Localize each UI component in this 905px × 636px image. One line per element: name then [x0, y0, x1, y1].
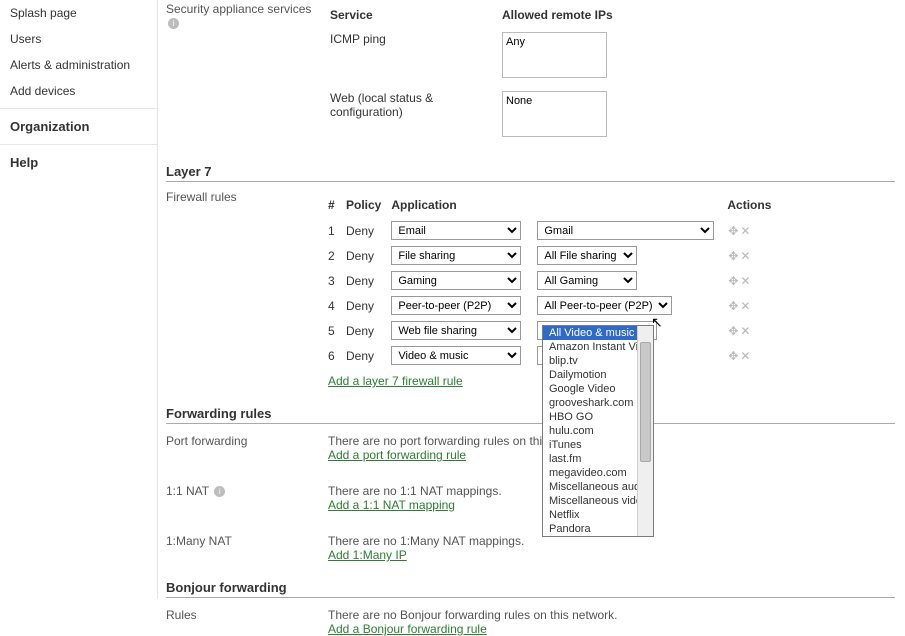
delete-icon[interactable]: ✕	[739, 274, 751, 288]
col-service: Service	[330, 4, 500, 26]
rule-policy: Deny	[346, 320, 391, 341]
col-sub	[537, 194, 727, 216]
delete-icon[interactable]: ✕	[739, 224, 751, 238]
sidebar-section[interactable]: Organization	[0, 108, 157, 140]
add-l7-rule-link[interactable]: Add a layer 7 firewall rule	[328, 374, 463, 388]
firewall-rule-row: 4DenyPeer-to-peer (P2P) All Peer-to-peer …	[328, 295, 781, 316]
move-icon[interactable]: ✥	[727, 299, 739, 313]
add-bonjour-link[interactable]: Add a Bonjour forwarding rule	[328, 622, 487, 636]
application-select[interactable]: Email	[391, 221, 521, 240]
rule-number: 1	[328, 220, 346, 241]
service-name: Web (local status & configuration)	[330, 87, 500, 144]
delete-icon[interactable]: ✕	[739, 249, 751, 263]
rule-number: 5	[328, 320, 346, 341]
dropdown-option[interactable]: Netflix	[543, 508, 637, 522]
allowed-ips-input[interactable]	[502, 91, 607, 137]
section-layer7: Layer 7	[166, 160, 895, 182]
dropdown-option[interactable]: rdio.com	[543, 536, 637, 537]
move-icon[interactable]: ✥	[727, 349, 739, 363]
dropdown-option[interactable]: hulu.com	[543, 424, 637, 438]
col-actions: Actions	[727, 194, 781, 216]
firewall-rule-row: 1DenyEmail Gmail ✥✕	[328, 220, 781, 241]
delete-icon[interactable]: ✕	[739, 349, 751, 363]
sidebar: Splash pageUsersAlerts & administrationA…	[0, 0, 158, 599]
application-select[interactable]: Gaming	[391, 271, 521, 290]
subapplication-select[interactable]: All Peer-to-peer (P2P)	[537, 296, 672, 315]
application-select[interactable]: Web file sharing	[391, 321, 521, 340]
dropdown-option[interactable]: iTunes	[543, 438, 637, 452]
move-icon[interactable]: ✥	[727, 324, 739, 338]
move-icon[interactable]: ✥	[727, 224, 739, 238]
subapplication-select[interactable]: Gmail	[537, 221, 714, 240]
add-port-fwd-link[interactable]: Add a port forwarding rule	[328, 448, 466, 462]
dropdown-option[interactable]: HBO GO	[543, 410, 637, 424]
col-num: #	[328, 194, 346, 216]
col-allowed-ips: Allowed remote IPs	[502, 4, 625, 26]
application-select[interactable]: Video & music	[391, 346, 521, 365]
rule-policy: Deny	[346, 295, 391, 316]
dropdown-option[interactable]: All Video & music	[543, 326, 637, 340]
service-row: ICMP ping	[330, 28, 625, 85]
add-nat11-link[interactable]: Add a 1:1 NAT mapping	[328, 498, 455, 512]
move-icon[interactable]: ✥	[727, 249, 739, 263]
services-table: Service Allowed remote IPs ICMP pingWeb …	[328, 2, 627, 146]
firewall-rule-row: 2DenyFile sharing All File sharing ✥✕	[328, 245, 781, 266]
delete-icon[interactable]: ✕	[739, 324, 751, 338]
sec-services-label: Security appliance services	[166, 2, 311, 16]
dropdown-option[interactable]: Google Video	[543, 382, 637, 396]
dropdown-option[interactable]: megavideo.com	[543, 466, 637, 480]
sidebar-section[interactable]: Help	[0, 144, 157, 176]
dropdown-option[interactable]: Dailymotion	[543, 368, 637, 382]
service-row: Web (local status & configuration)	[330, 87, 625, 144]
col-policy: Policy	[346, 194, 391, 216]
firewall-rule-row: 3DenyGaming All Gaming ✥✕	[328, 270, 781, 291]
dropdown-option[interactable]: Miscellaneous audio	[543, 480, 637, 494]
sidebar-item[interactable]: Splash page	[0, 0, 157, 26]
main-content: Security appliance services i Service Al…	[162, 0, 905, 599]
rule-number: 6	[328, 345, 346, 366]
section-forwarding: Forwarding rules	[166, 402, 895, 424]
subapp-dropdown-open[interactable]: All Video & musicAmazon Instant Videobli…	[542, 325, 654, 537]
bonjour-empty: There are no Bonjour forwarding rules on…	[328, 608, 895, 622]
scrollbar[interactable]	[637, 326, 653, 536]
dropdown-option[interactable]: Pandora	[543, 522, 637, 536]
port-fwd-label: Port forwarding	[166, 434, 328, 448]
rule-number: 2	[328, 245, 346, 266]
delete-icon[interactable]: ✕	[739, 299, 751, 313]
subapplication-select[interactable]: All File sharing	[537, 246, 637, 265]
nat1m-label: 1:Many NAT	[166, 534, 328, 548]
dropdown-option[interactable]: Miscellaneous video	[543, 494, 637, 508]
info-icon[interactable]: i	[168, 18, 179, 29]
sidebar-item[interactable]: Add devices	[0, 78, 157, 104]
firewall-rules-label: Firewall rules	[166, 190, 328, 204]
rule-number: 3	[328, 270, 346, 291]
sidebar-item[interactable]: Users	[0, 26, 157, 52]
rule-policy: Deny	[346, 270, 391, 291]
application-select[interactable]: Peer-to-peer (P2P)	[391, 296, 521, 315]
dropdown-option[interactable]: grooveshark.com	[543, 396, 637, 410]
sidebar-item[interactable]: Alerts & administration	[0, 52, 157, 78]
dropdown-option[interactable]: blip.tv	[543, 354, 637, 368]
nat11-label: 1:1 NAT	[166, 484, 209, 498]
bonjour-rules-label: Rules	[166, 608, 328, 622]
move-icon[interactable]: ✥	[727, 274, 739, 288]
col-app: Application	[391, 194, 537, 216]
rule-policy: Deny	[346, 245, 391, 266]
allowed-ips-input[interactable]	[502, 32, 607, 78]
application-select[interactable]: File sharing	[391, 246, 521, 265]
service-name: ICMP ping	[330, 28, 500, 85]
dropdown-option[interactable]: last.fm	[543, 452, 637, 466]
rule-number: 4	[328, 295, 346, 316]
rule-policy: Deny	[346, 220, 391, 241]
subapplication-select[interactable]: All Gaming	[537, 271, 637, 290]
rule-policy: Deny	[346, 345, 391, 366]
section-bonjour: Bonjour forwarding	[166, 576, 895, 598]
info-icon[interactable]: i	[214, 486, 225, 497]
add-nat1m-link[interactable]: Add 1:Many IP	[328, 548, 407, 562]
dropdown-option[interactable]: Amazon Instant Video	[543, 340, 637, 354]
